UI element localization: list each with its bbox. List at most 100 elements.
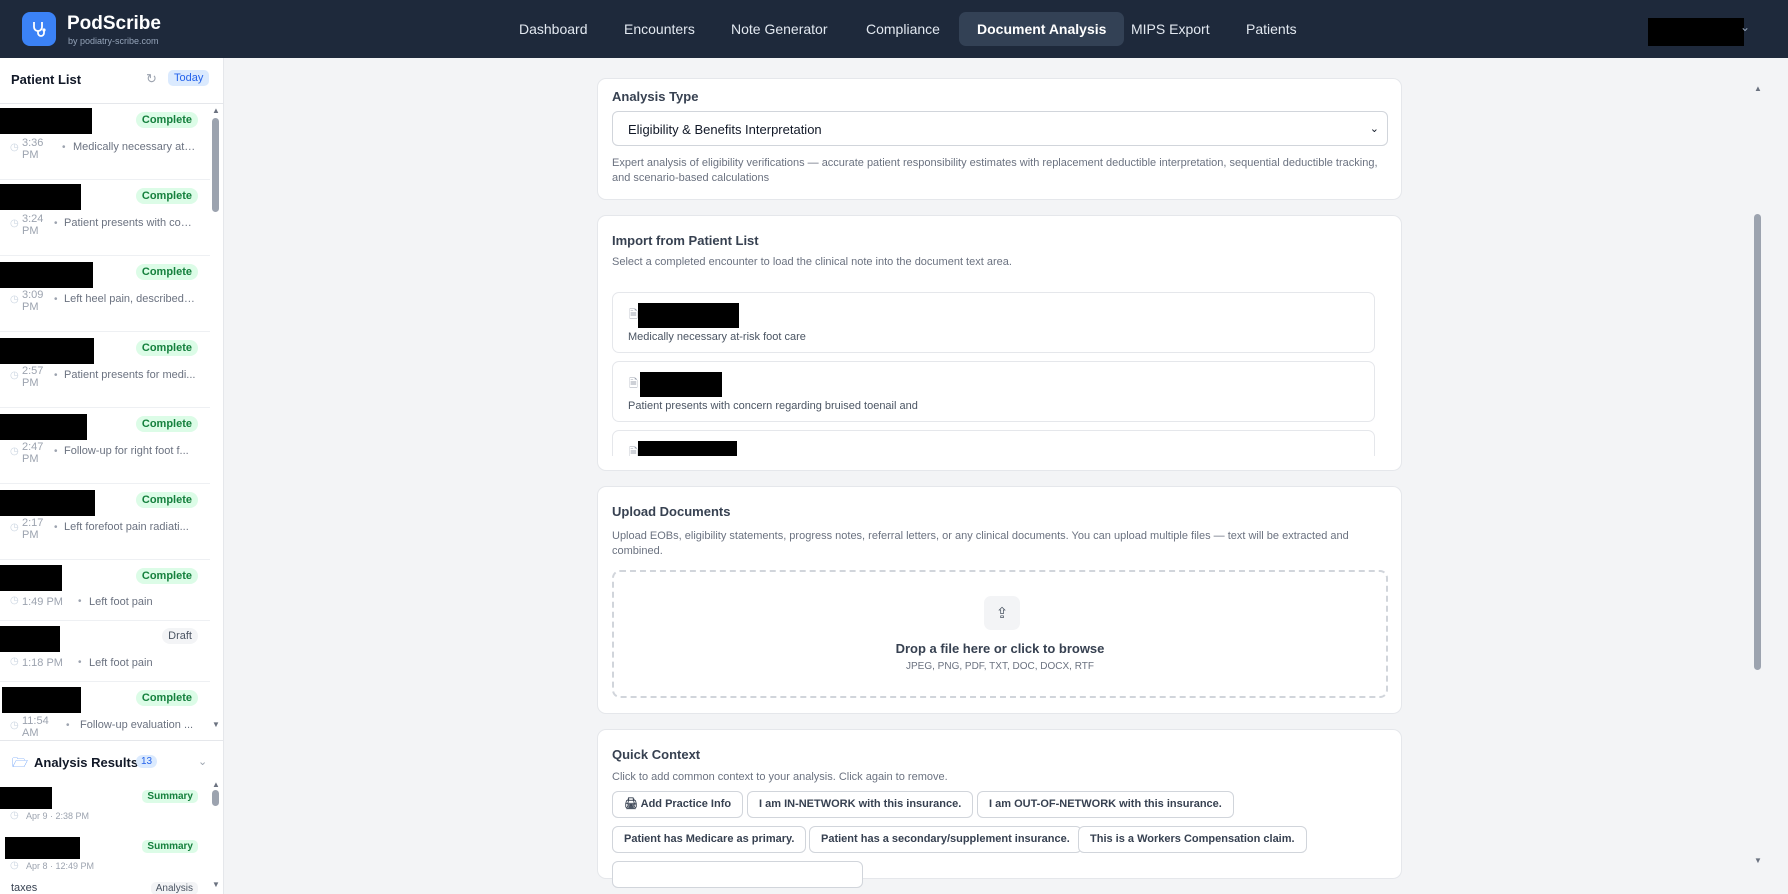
user-menu-redacted[interactable] (1648, 18, 1744, 46)
analysis-type-value: Eligibility & Benefits Interpretation (628, 122, 822, 137)
patient-list-scrollbar[interactable] (212, 118, 219, 212)
patient-name-redacted (638, 441, 737, 456)
scroll-up-arrow[interactable]: ▲ (1754, 84, 1762, 93)
import-encounter-item[interactable]: 🗎 Patient presents with concern regardin… (612, 361, 1375, 422)
nav-compliance[interactable]: Compliance (848, 12, 958, 46)
import-encounter-item[interactable]: 🗎 (612, 430, 1375, 456)
chevron-down-icon[interactable]: ⌄ (1740, 20, 1750, 34)
import-encounter-item[interactable]: 🗎 Medically necessary at-risk foot care (612, 292, 1375, 353)
patient-time: 2:17 PM (22, 517, 44, 541)
status-badge: Complete (135, 340, 198, 356)
scroll-up-arrow[interactable]: ▲ (212, 780, 220, 789)
status-badge: Complete (135, 492, 198, 508)
patient-list-item[interactable]: Complete ◷ 2:47 PM • Follow-up for right… (0, 408, 210, 484)
patient-time: 3:09 PM (22, 289, 44, 313)
folder-open-icon: 🗁 (12, 755, 29, 770)
patient-name-redacted (0, 414, 87, 440)
patient-list-item[interactable]: Complete ◷ 2:17 PM • Left forefoot pain … (0, 484, 210, 560)
upload-card: Upload Documents Upload EOBs, eligibilit… (597, 486, 1402, 714)
chip-workers-comp[interactable]: This is a Workers Compensation claim. (1078, 826, 1307, 853)
results-scrollbar[interactable] (212, 790, 219, 806)
chevron-down-icon[interactable]: ⌄ (198, 755, 207, 768)
result-label: taxes (11, 882, 38, 894)
nav-patients[interactable]: Patients (1228, 12, 1315, 46)
document-icon: 🗎 (629, 447, 638, 456)
status-badge: Complete (135, 568, 198, 584)
scroll-down-arrow[interactable]: ▼ (212, 880, 220, 889)
patient-list-item[interactable]: Draft ◷ 1:18 PM • Left foot pain (0, 621, 210, 682)
chip-in-network[interactable]: I am IN-NETWORK with this insurance. (747, 791, 974, 818)
patient-name-redacted (2, 687, 81, 713)
analysis-result-item[interactable]: Summary ◷ Apr 8 · 12:49 PM (0, 832, 210, 882)
analysis-result-item[interactable]: taxes Analysis (0, 880, 210, 894)
patient-name-redacted (640, 372, 722, 397)
file-dropzone[interactable]: ⇪ Drop a file here or click to browse JP… (612, 570, 1388, 698)
clock-icon: ◷ (10, 294, 19, 305)
chip-out-of-network[interactable]: I am OUT-OF-NETWORK with this insurance. (977, 791, 1234, 818)
nav-encounters[interactable]: Encounters (606, 12, 713, 46)
analysis-type-title: Analysis Type (612, 89, 699, 104)
quick-context-title: Quick Context (612, 747, 701, 762)
separator-dot: • (54, 522, 58, 533)
patient-description: Patient presents for medi... (64, 369, 196, 381)
patient-list-item[interactable]: Complete ◷ 11:54 AM • Follow-up evaluati… (0, 682, 210, 740)
chip-add-practice-info[interactable]: 🖨 Add Practice Info (612, 791, 744, 818)
result-date: Apr 8 · 12:49 PM (26, 861, 95, 871)
clock-icon: ◷ (10, 656, 19, 667)
dropzone-file-types: JPEG, PNG, PDF, TXT, DOC, DOCX, RTF (906, 661, 1094, 672)
import-title: Import from Patient List (612, 233, 759, 248)
patient-name-redacted (0, 490, 95, 516)
patient-list-item[interactable]: Complete ◷ 1:49 PM • Left foot pain (0, 560, 210, 621)
analysis-result-item[interactable]: Summary ◷ Apr 9 · 2:38 PM (0, 782, 210, 832)
upload-icon: ⇪ (984, 596, 1020, 630)
analysis-results-header[interactable]: 🗁 Analysis Results 13 ⌄ (0, 740, 223, 786)
chip-secondary-insurance[interactable]: Patient has a secondary/supplement insur… (809, 826, 1082, 853)
separator-dot: • (54, 218, 58, 229)
clock-icon: ◷ (10, 446, 19, 457)
status-badge: Draft (162, 628, 198, 644)
patient-sidebar: Patient List ↻ Today ▲ ▼ Complete ◷ 3:36… (0, 58, 224, 894)
patient-name-redacted (638, 303, 739, 328)
nav-mips-export[interactable]: MIPS Export (1113, 12, 1228, 46)
import-description: Select a completed encounter to load the… (612, 256, 1012, 268)
result-badge: Analysis (150, 882, 198, 894)
separator-dot: • (62, 142, 66, 153)
patient-description: Patient presents with con... (64, 217, 196, 229)
patient-name-redacted (0, 108, 92, 134)
stethoscope-logo-icon[interactable] (22, 12, 56, 46)
patient-name-redacted (0, 338, 94, 364)
patient-list-item[interactable]: Complete ◷ 3:36 PM • Medically necessary… (0, 104, 210, 180)
chevron-down-icon: ⌄ (1369, 123, 1379, 135)
scroll-down-arrow[interactable]: ▼ (212, 720, 220, 729)
patient-description: Follow-up evaluation ... (80, 719, 194, 731)
patient-list-item[interactable]: Complete ◷ 3:24 PM • Patient presents wi… (0, 180, 210, 256)
nav-note-generator[interactable]: Note Generator (713, 12, 846, 46)
separator-dot: • (78, 596, 82, 607)
encounter-summary: Medically necessary at-risk foot care (628, 331, 806, 343)
patient-time: 1:49 PM (22, 596, 63, 608)
analysis-type-card: Analysis Type Eligibility & Benefits Int… (597, 78, 1402, 200)
patient-list-title: Patient List (11, 72, 82, 87)
analysis-type-description: Expert analysis of eligibility verificat… (612, 157, 1378, 184)
page-scrollbar[interactable] (1754, 214, 1761, 670)
chip-medicare-primary[interactable]: Patient has Medicare as primary. (612, 826, 807, 853)
import-card: Import from Patient List Select a comple… (597, 215, 1402, 471)
top-navbar: PodScribe by podiatry-scribe.com Dashboa… (0, 0, 1788, 58)
analysis-type-select[interactable]: Eligibility & Benefits Interpretation ⌄ (612, 111, 1388, 146)
scroll-down-arrow[interactable]: ▼ (1754, 856, 1762, 865)
patient-list-item[interactable]: Complete ◷ 3:09 PM • Left heel pain, des… (0, 256, 210, 332)
patient-list-item[interactable]: Complete ◷ 2:57 PM • Patient presents fo… (0, 332, 210, 408)
result-name-redacted (0, 787, 52, 809)
status-badge: Complete (135, 416, 198, 432)
patient-time: 11:54 AM (22, 715, 49, 739)
clock-icon: ◷ (10, 720, 19, 731)
result-badge: Summary (142, 790, 198, 803)
refresh-icon[interactable]: ↻ (146, 71, 157, 87)
import-encounter-list: 🗎 Medically necessary at-risk foot care … (612, 276, 1388, 456)
chip-partial[interactable] (612, 861, 863, 888)
nav-dashboard[interactable]: Dashboard (501, 12, 606, 46)
patient-description: Medically necessary at-... (73, 141, 197, 153)
nav-document-analysis[interactable]: Document Analysis (959, 12, 1125, 46)
scroll-up-arrow[interactable]: ▲ (212, 106, 220, 115)
today-filter[interactable]: Today (168, 70, 210, 86)
